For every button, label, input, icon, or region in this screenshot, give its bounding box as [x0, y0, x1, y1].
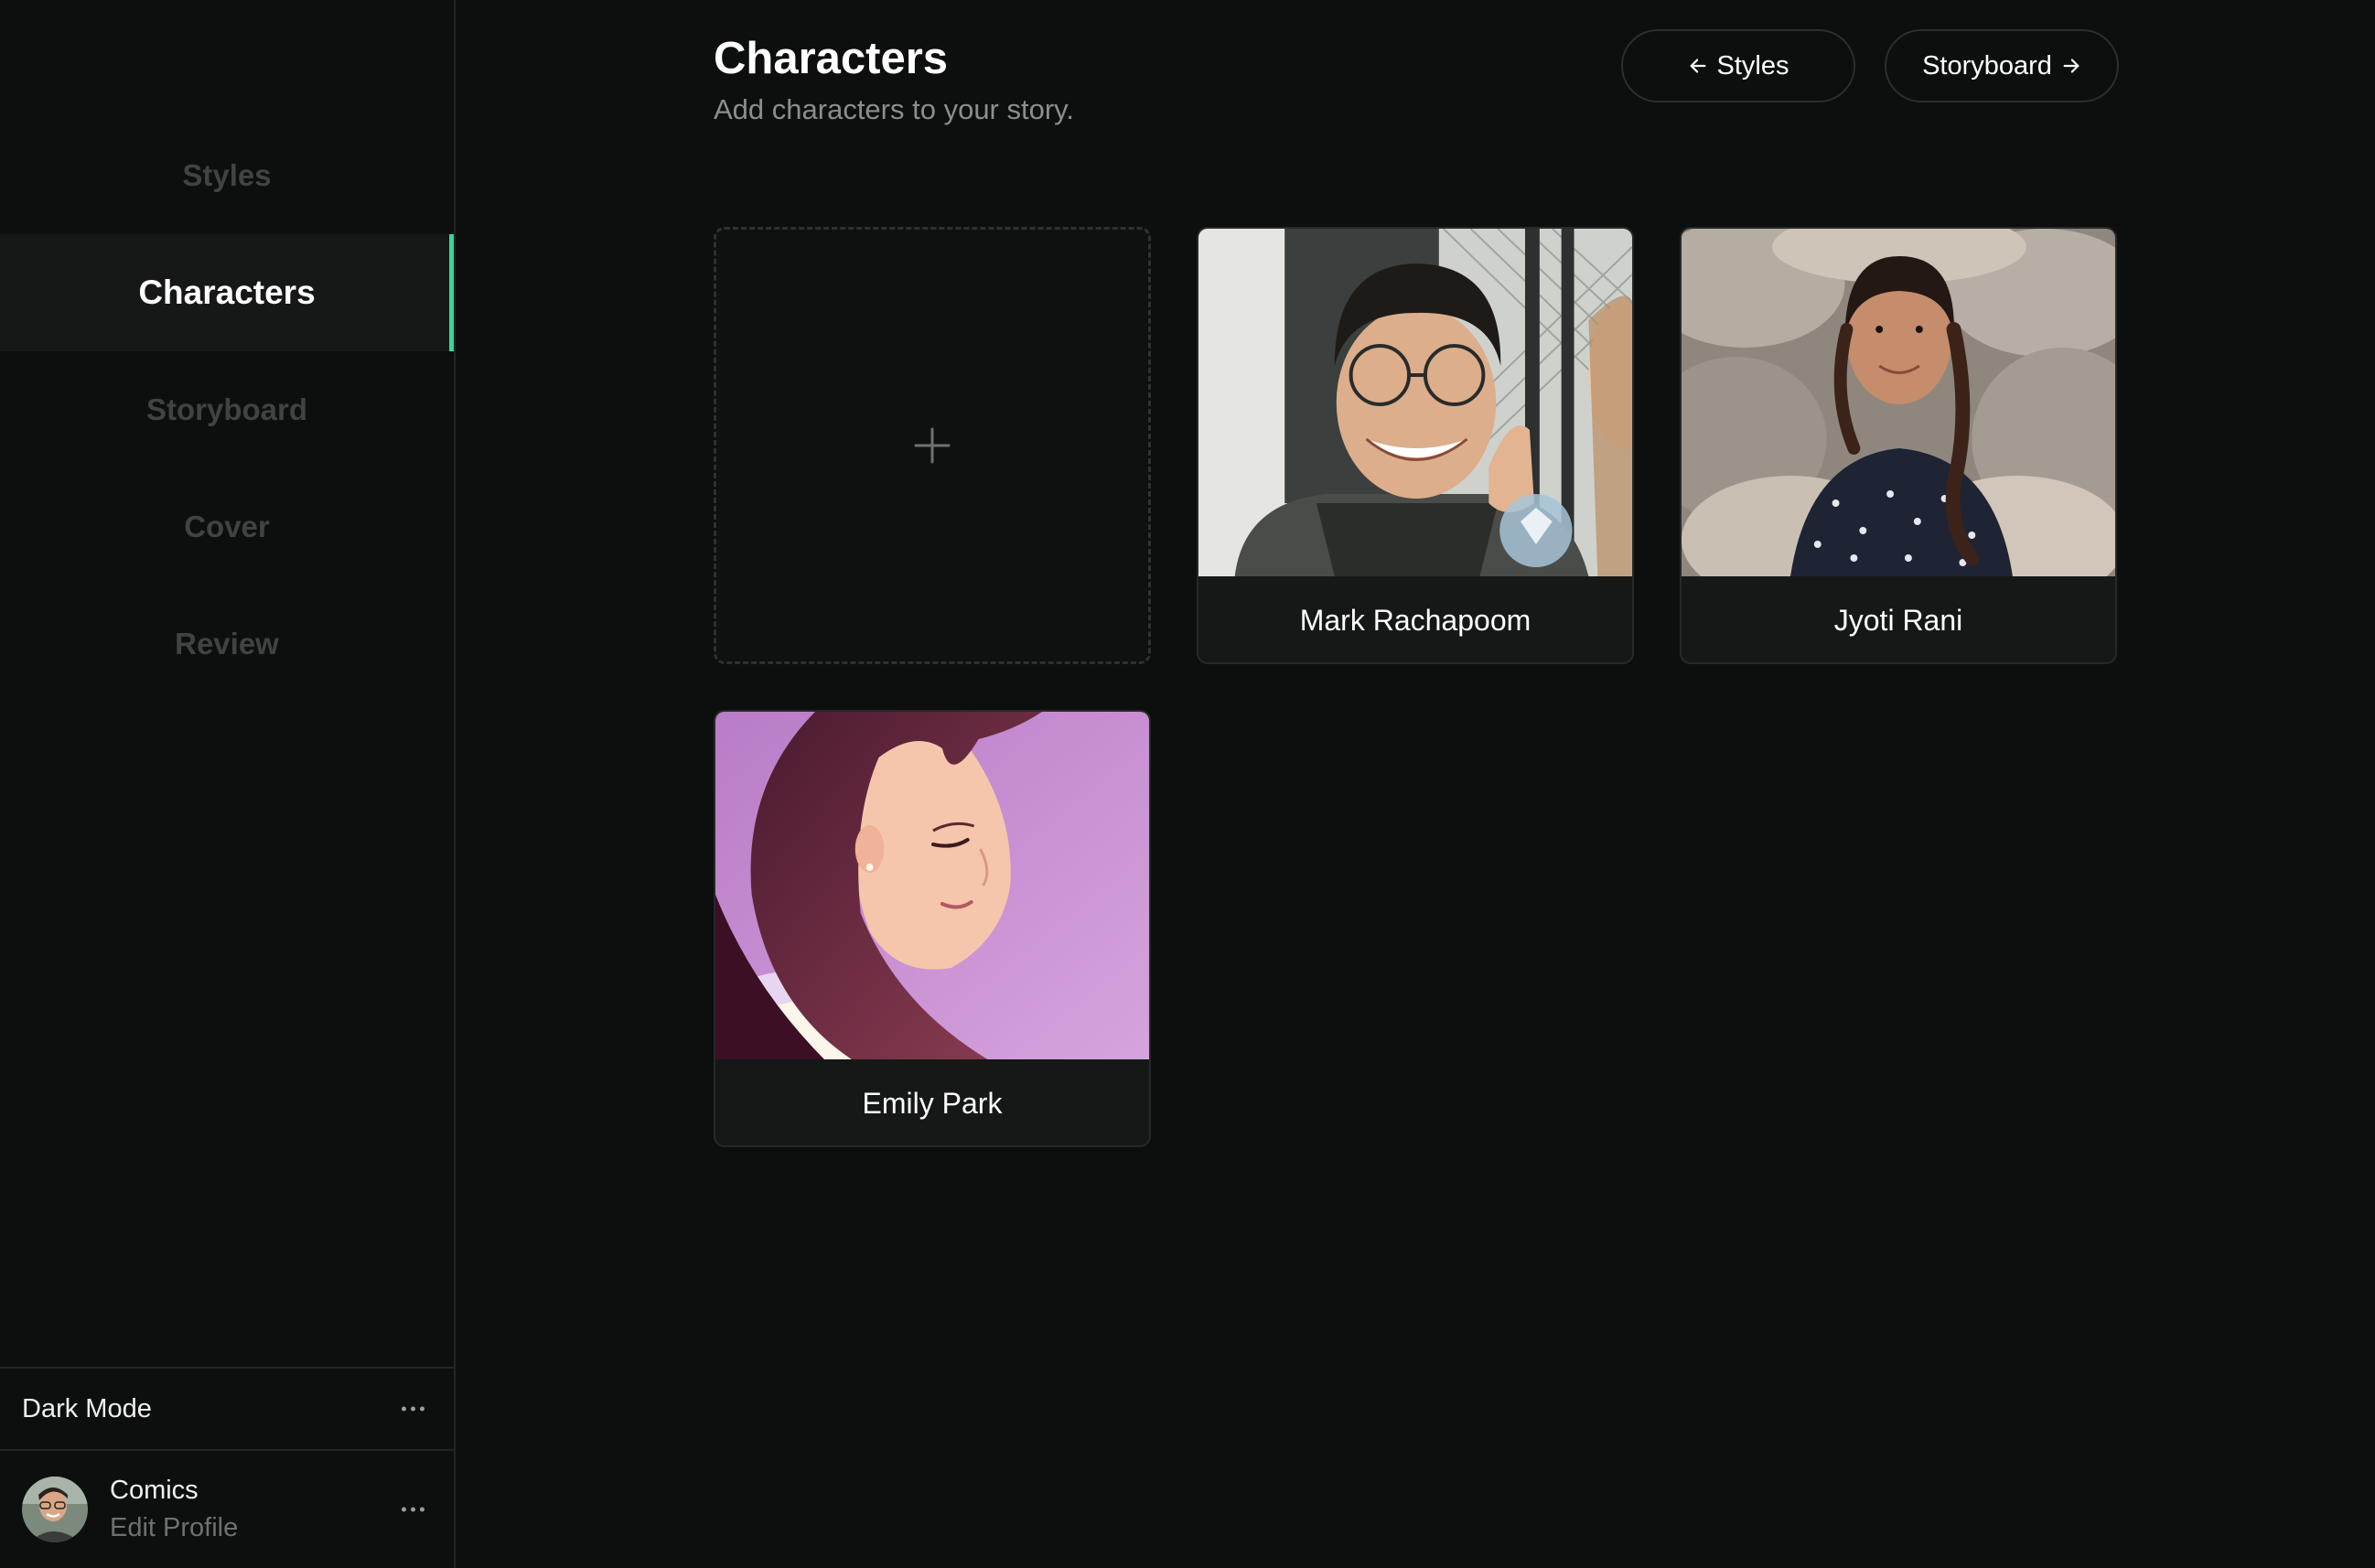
sidebar-item-styles[interactable]: Styles [0, 117, 454, 234]
arrow-right-icon [2063, 59, 2079, 73]
arrow-left-icon [1690, 59, 1705, 73]
back-to-styles-button[interactable]: Styles [1621, 29, 1855, 102]
profile-text: Comics Edit Profile [110, 1476, 238, 1543]
sidebar-nav: Styles Characters Storyboard Cover Revie… [0, 117, 454, 703]
profile-more-icon[interactable] [396, 1502, 430, 1518]
character-name: Jyoti Rani [1833, 603, 1963, 637]
character-photo-emily [715, 712, 1149, 1059]
sidebar-item-storyboard[interactable]: Storyboard [0, 351, 454, 468]
sidebar-item-characters[interactable]: Characters [0, 234, 454, 351]
next-button-label: Storyboard [1922, 50, 2052, 81]
profile-row[interactable]: Comics Edit Profile [0, 1449, 454, 1568]
page-title: Characters [714, 34, 949, 83]
sidebar-item-review[interactable]: Review [0, 585, 454, 703]
app-root: Styles Characters Storyboard Cover Revie… [0, 0, 2375, 1568]
sidebar-footer: Dark Mode Comics Edit Profile [0, 1367, 454, 1568]
back-button-label: Styles [1716, 50, 1789, 81]
character-card-emily[interactable]: Emily Park [714, 710, 1151, 1147]
dark-mode-row[interactable]: Dark Mode [0, 1367, 454, 1449]
dark-mode-more-icon[interactable] [396, 1402, 430, 1417]
character-card-mark[interactable]: Mark Rachapoom [1197, 227, 1634, 664]
character-name: Mark Rachapoom [1299, 603, 1531, 637]
plus-icon [914, 427, 951, 464]
page-subtitle: Add characters to your story. [714, 93, 1074, 125]
character-card-jyoti[interactable]: Jyoti Rani [1680, 227, 2117, 664]
sidebar: Styles Characters Storyboard Cover Revie… [0, 0, 456, 1568]
character-photo-mark [1198, 229, 1632, 576]
character-name: Emily Park [862, 1086, 1003, 1120]
edit-profile-link[interactable]: Edit Profile [110, 1513, 238, 1543]
sidebar-item-cover[interactable]: Cover [0, 468, 454, 585]
character-photo-jyoti [1682, 229, 2115, 576]
dark-mode-label: Dark Mode [22, 1393, 152, 1423]
avatar[interactable] [22, 1477, 88, 1542]
next-to-storyboard-button[interactable]: Storyboard [1885, 29, 2119, 102]
add-character-card[interactable] [714, 227, 1151, 664]
profile-name: Comics [110, 1476, 199, 1505]
